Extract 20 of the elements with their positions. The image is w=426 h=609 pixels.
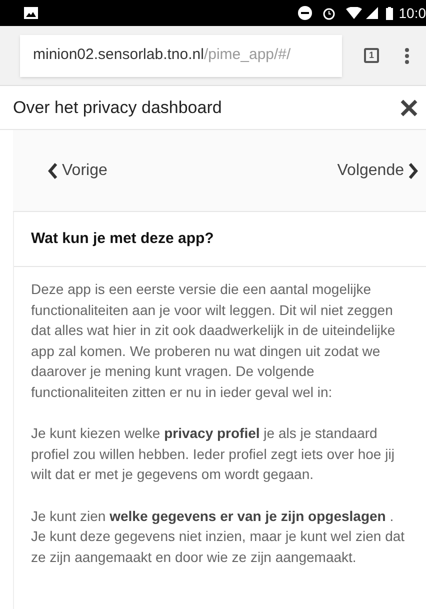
minus-circle-icon [298,6,312,20]
clock: 10:0 [398,4,426,22]
next-button[interactable]: Volgende [337,158,418,182]
paragraph: Je kunt zien welke gegevens er van je zijn opgeslagen . Je kunt deze gegevens niet inzien, maar je kunt wel zien dat ze zijn aangemaakt en door wie ze zijn aangemaakt. [31,506,406,567]
signal-icon [366,7,378,19]
chevron-right-icon [408,162,418,180]
paragraph: Deze app is een eerste versie die een aantal mogelijke functionaliteiten aan je voor wilt leggen. Dit wil niet zeggen dat alles wat hier in zit ook daadwerkelijk in de uiteindelijke app zal komen. We proberen nu wat dingen uit zodat we daarover je mening kunt vragen. De volgende functionaliteiten zitten er nu in ieder geval wel in: [31,280,396,402]
previous-button[interactable]: Vorige [48,158,108,182]
battery-icon [386,6,393,20]
wifi-icon [346,7,362,19]
tab-count-button[interactable]: 1 [364,48,379,63]
more-menu-icon[interactable] [405,48,409,64]
alarm-icon [322,6,336,20]
url-field[interactable]: minion02.sensorlab.tno.nl/pime_app/#/ [20,34,342,76]
close-icon[interactable] [400,98,418,116]
section-heading: Wat kun je met deze app? [31,228,214,249]
image-icon [24,7,38,19]
chevron-left-icon [48,162,58,180]
paragraph: Je kunt kiezen welke privacy profiel je als je standaard profiel zou willen hebben. Ieder profiel zegt iets over hoe jij wilt dat er met je gegevens om wordt gegaan. [31,424,396,484]
dialog-title: Over het privacy dashboard [13,96,223,119]
